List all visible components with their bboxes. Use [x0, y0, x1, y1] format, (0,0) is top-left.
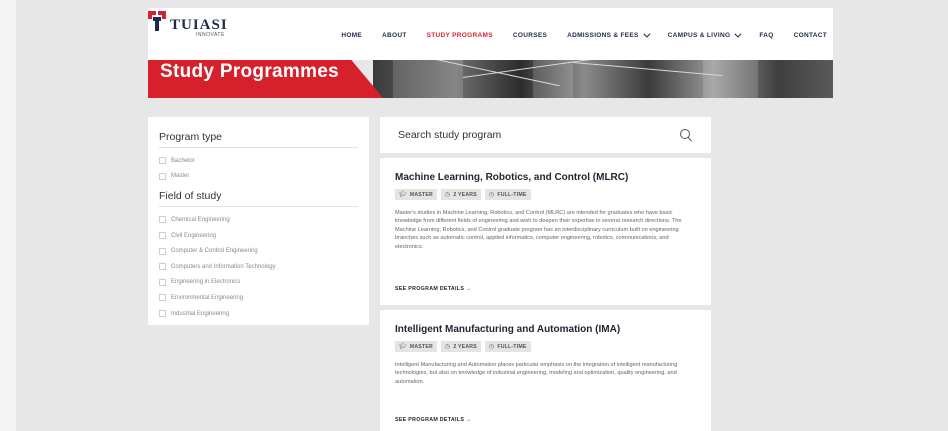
- program-card: Intelligent Manufacturing and Automation…: [380, 310, 711, 431]
- chevron-down-icon: [734, 30, 742, 38]
- clock-icon: ◷: [444, 191, 451, 198]
- program-title[interactable]: Intelligent Manufacturing and Automation…: [395, 324, 696, 335]
- filter-option-bachelor[interactable]: Bachelor: [159, 153, 358, 169]
- nav-study-programs[interactable]: STUDY PROGRAMS: [427, 32, 493, 39]
- chevron-down-icon: [643, 30, 651, 38]
- nav-contact[interactable]: CONTACT: [794, 32, 827, 39]
- filter-panel: Program type Bachelor Master Field of st…: [148, 117, 369, 325]
- badge-mode: ◷ FULL-TIME: [484, 189, 531, 200]
- page-gutter-left: [0, 0, 16, 431]
- checkbox[interactable]: [159, 216, 166, 224]
- checkbox[interactable]: [159, 278, 166, 286]
- see-program-details-link[interactable]: SEE PROGRAM DETAILS →: [395, 417, 472, 423]
- nav-home[interactable]: HOME: [341, 32, 362, 39]
- program-description: Intelligent Manufacturing and Automation…: [395, 362, 678, 385]
- nav-faq[interactable]: FAQ: [759, 32, 773, 39]
- nav-campus-living[interactable]: CAMPUS & LIVING: [668, 30, 742, 39]
- badge-level: 🎓︎ MASTER: [395, 341, 437, 352]
- checkbox[interactable]: [159, 232, 166, 240]
- search-bar: [380, 117, 711, 153]
- badge-duration: ◷ 2 YEARS: [440, 189, 481, 200]
- badge-duration: ◷ 2 YEARS: [440, 341, 481, 352]
- search-icon[interactable]: [679, 128, 693, 142]
- filter-option-environmental-engineering[interactable]: Environmental Engineering: [159, 290, 358, 306]
- filter-option-industrial-engineering[interactable]: Industrial Engineering: [159, 306, 358, 322]
- filter-heading-field-of-study: Field of study: [159, 190, 358, 208]
- clock-icon: ◷: [488, 191, 495, 198]
- program-badges: 🎓︎ MASTER ◷ 2 YEARS ◷ FULL-TIME: [395, 189, 696, 200]
- clock-icon: ◷: [488, 343, 495, 350]
- badge-mode: ◷ FULL-TIME: [484, 341, 531, 352]
- program-title[interactable]: Machine Learning, Robotics, and Control …: [395, 172, 696, 183]
- graduation-cap-icon: 🎓︎: [399, 191, 407, 198]
- page-title: Study Programmes: [160, 61, 340, 82]
- checkbox[interactable]: [159, 310, 166, 318]
- graduation-cap-icon: 🎓︎: [399, 343, 407, 350]
- filter-option-chemical-engineering[interactable]: Chemical Engineering: [159, 212, 358, 228]
- logo-name: TUIASI: [170, 17, 228, 33]
- nav-about[interactable]: ABOUT: [382, 32, 407, 39]
- checkbox[interactable]: [159, 294, 166, 302]
- filter-heading-program-type: Program type: [159, 131, 358, 148]
- filter-option-engineering-electronics[interactable]: Engineering in Electronics: [159, 275, 358, 291]
- site-logo[interactable]: TUIASI INNOVATE: [148, 11, 228, 38]
- nav-admissions-fees[interactable]: ADMISSIONS & FEES: [567, 30, 651, 39]
- checkbox[interactable]: [159, 247, 166, 255]
- tuiasi-logo-icon: [148, 11, 166, 31]
- filter-option-computer-control-engineering[interactable]: Computer & Control Engineering: [159, 243, 358, 259]
- site-header: TUIASI INNOVATE HOME ABOUT STUDY PROGRAM…: [148, 8, 833, 60]
- filter-option-civil-engineering[interactable]: Civil Engineering: [159, 228, 358, 244]
- checkbox[interactable]: [159, 157, 166, 165]
- program-description: Master's studies in Machine Learning, Ro…: [395, 210, 682, 250]
- program-badges: 🎓︎ MASTER ◷ 2 YEARS ◷ FULL-TIME: [395, 341, 696, 352]
- search-input[interactable]: [398, 129, 679, 141]
- filter-option-master[interactable]: Master: [159, 169, 358, 185]
- main-nav: HOME ABOUT STUDY PROGRAMS COURSES ADMISS…: [321, 30, 827, 39]
- clock-icon: ◷: [444, 343, 451, 350]
- checkbox[interactable]: [159, 172, 166, 180]
- badge-level: 🎓︎ MASTER: [395, 189, 437, 200]
- checkbox[interactable]: [159, 263, 166, 271]
- program-card: Machine Learning, Robotics, and Control …: [380, 158, 711, 305]
- filter-option-computers-it[interactable]: Computers and Information Technology: [159, 259, 358, 275]
- nav-courses[interactable]: COURSES: [513, 32, 547, 39]
- see-program-details-link[interactable]: SEE PROGRAM DETAILS →: [395, 286, 472, 292]
- logo-tagline: INNOVATE: [196, 32, 225, 38]
